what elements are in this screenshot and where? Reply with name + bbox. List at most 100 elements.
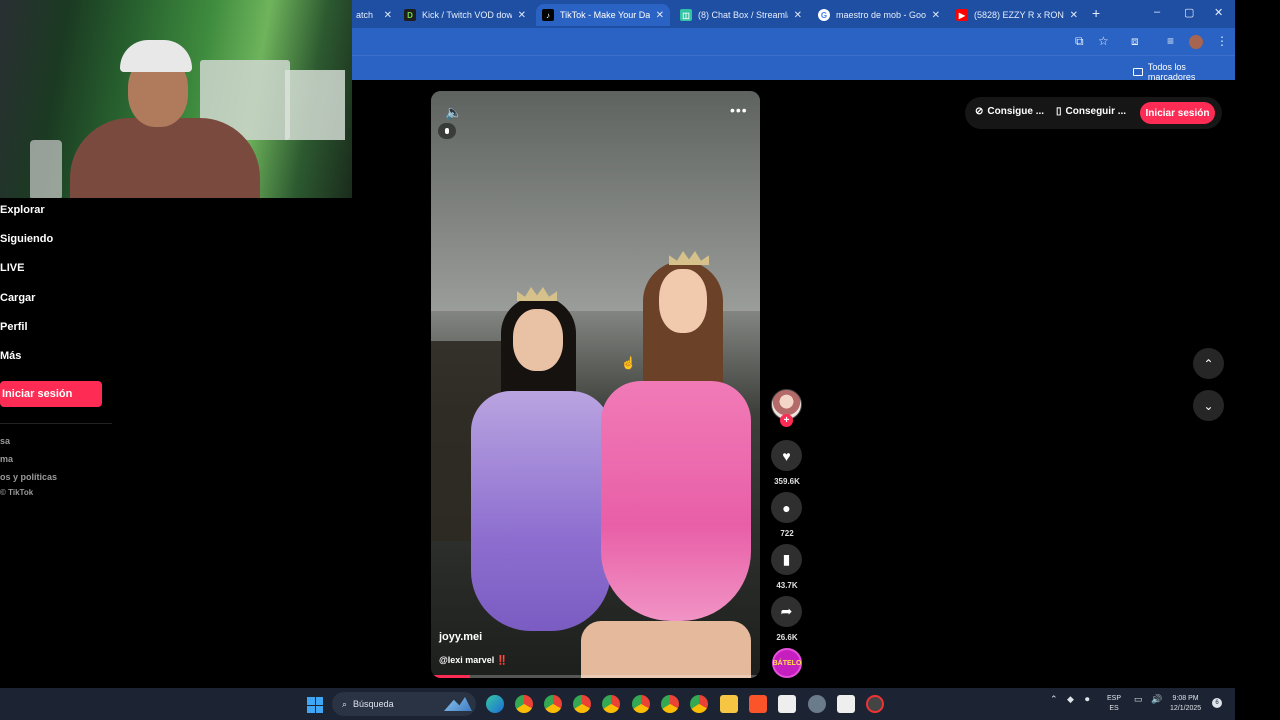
webcam-background-drawers	[285, 70, 345, 140]
tray-app-icon[interactable]: ◆	[1067, 694, 1074, 705]
comment-icon: ●	[782, 499, 791, 516]
tab-close-icon[interactable]: ✕	[512, 10, 526, 21]
save-count: 43.7K	[776, 581, 798, 590]
video-person-left-face	[513, 309, 563, 371]
more-options-icon[interactable]: •••	[730, 102, 748, 118]
chrome-profile-icon[interactable]	[573, 695, 591, 713]
tab-title: TikTok - Make Your Day	[560, 10, 650, 20]
capcut-second-icon[interactable]	[837, 695, 855, 713]
brave-icon[interactable]	[749, 695, 767, 713]
video-person-right-dress	[601, 381, 751, 621]
browser-menu-icon[interactable]: ⋮	[1216, 34, 1228, 48]
sidebar-item-more[interactable]: Más	[0, 350, 21, 362]
get-app-button[interactable]: ▯ Conseguir ...	[1056, 106, 1126, 117]
language-indicator[interactable]: ESP ES	[1107, 694, 1121, 714]
obs-icon[interactable]	[866, 695, 884, 713]
maximize-icon[interactable]: ▢	[1184, 6, 1194, 19]
windows-taskbar: ⌕ Búsqueda ⌃ ◆ ⏺ ESP ES ▭ 🔊 9:08 PM 12/1…	[0, 688, 1235, 720]
chrome-profile-icon[interactable]	[661, 695, 679, 713]
microphone-icon[interactable]: ⏺	[1085, 694, 1090, 705]
tab-youtube[interactable]: ▶ (5828) EZZY R x RONNY C ✕	[950, 4, 1084, 26]
taskbar-search-label: Búsqueda	[353, 699, 394, 709]
tab-close-icon[interactable]: ✕	[650, 10, 664, 21]
video-author[interactable]: joyy.mei	[439, 631, 482, 643]
tab-kick-vod[interactable]: D Kick / Twitch VOD downlo ✕	[398, 4, 532, 26]
speaker-icon[interactable]: 🔊	[1151, 694, 1162, 705]
tab-close-icon[interactable]: ✕	[1064, 10, 1078, 21]
sidebar-item-upload[interactable]: Cargar	[0, 292, 35, 304]
network-icon[interactable]: ▭	[1134, 694, 1143, 705]
keyboard-layout: ES	[1109, 705, 1119, 712]
footer-link[interactable]: os y políticas	[0, 472, 57, 482]
minimize-icon[interactable]: –	[1154, 6, 1160, 18]
tab-title: (5828) EZZY R x RONNY C	[974, 10, 1064, 20]
bookmark-icon: ▮	[782, 551, 791, 567]
notification-badge[interactable]: 6	[1212, 698, 1222, 708]
sidebar-item-live[interactable]: LIVE	[0, 262, 24, 274]
footer-link[interactable]: sa	[0, 436, 10, 446]
comment-count: 722	[780, 529, 794, 538]
previous-video-button[interactable]: ⌃	[1193, 348, 1224, 379]
extensions-icon[interactable]: ⧈	[1131, 34, 1139, 49]
heart-icon: ♥	[782, 447, 791, 464]
tray-chevron-up-icon[interactable]: ⌃	[1050, 694, 1058, 705]
profile-avatar[interactable]	[1189, 35, 1203, 49]
video-person-legs	[581, 621, 751, 678]
tab-close-icon[interactable]: ✕	[926, 10, 940, 21]
sidebar-item-explore[interactable]: Explorar	[0, 204, 45, 216]
follow-plus-button[interactable]: +	[780, 414, 793, 427]
get-app-label: Conseguir ...	[1065, 106, 1127, 117]
video-pause-indicator[interactable]	[438, 123, 456, 139]
file-explorer-icon[interactable]	[720, 695, 738, 713]
chevron-up-icon: ⌃	[1203, 356, 1214, 371]
edge-icon[interactable]	[486, 695, 504, 713]
chrome-profile-icon[interactable]	[690, 695, 708, 713]
settings-gear-icon[interactable]	[808, 695, 826, 713]
music-disc[interactable]: BÁTELO	[772, 648, 802, 678]
windows-start-icon[interactable]	[307, 697, 323, 713]
save-button[interactable]: ▮	[771, 544, 802, 575]
screen: atch ✕ D Kick / Twitch VOD downlo ✕ ♪ Ti…	[0, 0, 1280, 720]
taskbar-clock[interactable]: 9:08 PM 12/1/2025	[1170, 694, 1201, 714]
video-player[interactable]	[431, 91, 760, 678]
header-login-button[interactable]: Iniciar sesión	[1140, 102, 1215, 124]
chrome-profile-icon[interactable]	[602, 695, 620, 713]
new-tab-button[interactable]: +	[1092, 5, 1100, 21]
tab-tiktok[interactable]: ♪ TikTok - Make Your Day ✕	[536, 4, 670, 26]
footer-link[interactable]: ma	[0, 454, 13, 464]
video-progress-bar[interactable]	[431, 675, 760, 678]
tab-title: Kick / Twitch VOD downlo	[422, 10, 512, 20]
google-favicon-icon: G	[818, 9, 830, 21]
sidebar-login-button[interactable]: Iniciar sesión	[0, 381, 102, 407]
sidebar-item-following[interactable]: Siguiendo	[0, 233, 53, 245]
get-coins-button[interactable]: ⊘ Consigue ...	[975, 106, 1044, 117]
tab-google[interactable]: G maestro de mob - Googl ✕	[812, 4, 946, 26]
bookmark-star-icon[interactable]: ☆	[1098, 34, 1109, 48]
tab-streamlabs[interactable]: ◫ (8) Chat Box / Streamlabs ✕	[674, 4, 808, 26]
window-close-icon[interactable]: ✕	[1214, 6, 1223, 19]
chrome-profile-icon[interactable]	[544, 695, 562, 713]
sidebar-item-profile[interactable]: Perfil	[0, 321, 28, 333]
tab-close-icon[interactable]: ✕	[788, 10, 802, 21]
streamlabs-favicon-icon: ◫	[680, 9, 692, 21]
install-app-icon[interactable]: ⧉	[1075, 34, 1084, 49]
share-button[interactable]: ➦	[771, 596, 802, 627]
taskbar-search[interactable]: ⌕ Búsqueda	[332, 692, 476, 716]
chrome-active-icon[interactable]	[632, 695, 650, 713]
next-video-button[interactable]: ⌄	[1193, 390, 1224, 421]
capcut-icon[interactable]	[778, 695, 796, 713]
tab-title: atch	[356, 10, 374, 20]
volume-icon[interactable]: 🔈	[445, 104, 462, 121]
tab-twitch[interactable]: atch ✕	[350, 4, 398, 26]
tab-title: maestro de mob - Googl	[836, 10, 926, 20]
media-controls-icon[interactable]: ≡	[1167, 34, 1174, 48]
clock-time: 9:08 PM	[1172, 695, 1199, 702]
all-bookmarks-folder[interactable]: Todos los marcadores	[1133, 62, 1235, 82]
pause-icon	[445, 128, 449, 134]
like-button[interactable]: ♥	[771, 440, 802, 471]
chrome-icon[interactable]	[515, 695, 533, 713]
video-music[interactable]: @lexi marvel ‼️	[439, 655, 508, 666]
comment-button[interactable]: ●	[771, 492, 802, 523]
chevron-down-icon: ⌄	[1203, 398, 1214, 413]
tab-close-icon[interactable]: ✕	[378, 10, 392, 21]
